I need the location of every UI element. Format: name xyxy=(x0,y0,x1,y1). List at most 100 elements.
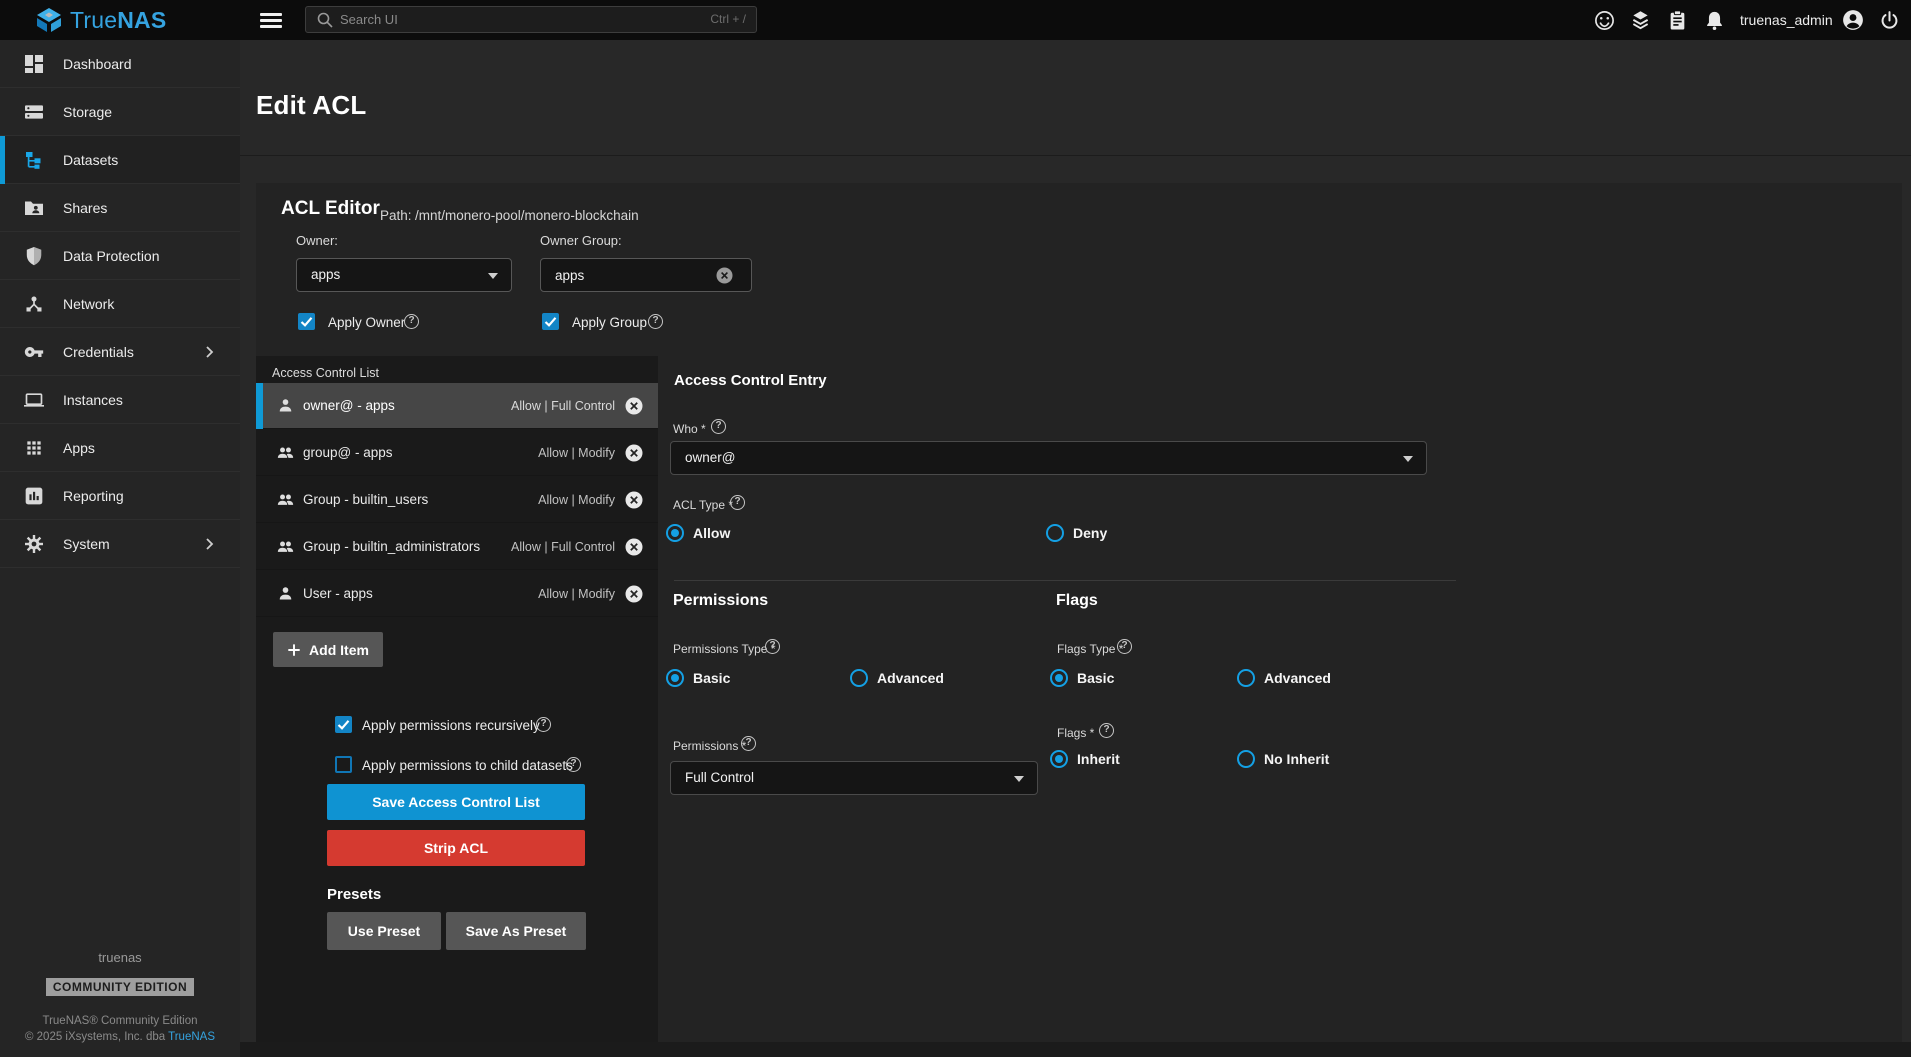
bottom-strip xyxy=(240,1042,1911,1057)
sidebar-item-label: Data Protection xyxy=(63,232,160,280)
permissions-type-basic-radio[interactable]: Basic xyxy=(666,669,730,687)
permissions-select[interactable]: Full Control xyxy=(670,761,1038,795)
sidebar-item-credentials[interactable]: Credentials xyxy=(0,328,240,376)
save-acl-button[interactable]: Save Access Control List xyxy=(327,784,585,820)
check-icon xyxy=(298,313,315,330)
shield-icon xyxy=(24,246,44,266)
sidebar-item-label: System xyxy=(63,520,110,568)
sidebar-item-storage[interactable]: Storage xyxy=(0,88,240,136)
strip-acl-button[interactable]: Strip ACL xyxy=(327,830,585,866)
dashboard-icon xyxy=(24,54,44,74)
acl-entry-row[interactable]: Group - builtin_administrators Allow | F… xyxy=(256,524,658,570)
delete-icon[interactable] xyxy=(625,585,643,603)
apply-recursively-label: Apply permissions recursively xyxy=(362,718,540,733)
presets-heading: Presets xyxy=(327,886,381,903)
username-label[interactable]: truenas_admin xyxy=(1740,0,1833,40)
permissions-type-advanced-radio[interactable]: Advanced xyxy=(850,669,944,687)
save-as-preset-button[interactable]: Save As Preset xyxy=(446,912,586,950)
owner-select[interactable]: apps xyxy=(296,258,512,292)
help-icon[interactable] xyxy=(404,314,419,329)
gear-icon xyxy=(24,534,44,554)
chevron-down-icon xyxy=(1403,456,1413,462)
truenas-logo-text[interactable]: TrueNAS xyxy=(70,0,166,40)
ix-stack-icon[interactable] xyxy=(1630,10,1651,31)
help-icon[interactable] xyxy=(741,736,756,751)
apply-owner-checkbox[interactable] xyxy=(298,313,315,330)
delete-icon[interactable] xyxy=(625,491,643,509)
sidebar-item-reporting[interactable]: Reporting xyxy=(0,472,240,520)
help-icon[interactable] xyxy=(536,717,551,732)
flags-no-inherit-radio[interactable]: No Inherit xyxy=(1237,750,1329,768)
acl-list-panel: Access Control List owner@ - apps Allow … xyxy=(256,356,658,1042)
power-icon[interactable] xyxy=(1879,10,1900,31)
section-divider xyxy=(674,580,1456,581)
sidebar-item-label: Network xyxy=(63,280,114,328)
truenas-logo-icon xyxy=(34,7,64,33)
sidebar-item-data-protection[interactable]: Data Protection xyxy=(0,232,240,280)
user-avatar-icon[interactable] xyxy=(1842,9,1864,31)
permissions-label: Permissions * xyxy=(673,739,746,753)
clear-icon[interactable] xyxy=(716,267,733,284)
jobs-clipboard-icon[interactable] xyxy=(1667,10,1688,31)
help-icon[interactable] xyxy=(765,639,780,654)
acl-editor-card: ACL Editor Path: /mnt/monero-pool/monero… xyxy=(256,183,1902,1042)
acl-editor-heading: ACL Editor xyxy=(281,198,380,220)
access-control-entry-panel: Access Control Entry Who * owner@ ACL Ty… xyxy=(658,356,1902,1042)
help-icon[interactable] xyxy=(711,419,726,434)
apply-child-datasets-checkbox[interactable] xyxy=(335,756,352,773)
help-icon[interactable] xyxy=(1099,723,1114,738)
flags-type-advanced-radio[interactable]: Advanced xyxy=(1237,669,1331,687)
acl-entry-row[interactable]: User - apps Allow | Modify xyxy=(256,571,658,617)
who-select[interactable]: owner@ xyxy=(670,441,1427,475)
sidebar-item-dashboard[interactable]: Dashboard xyxy=(0,40,240,88)
use-preset-button[interactable]: Use Preset xyxy=(327,912,441,950)
apps-grid-icon xyxy=(24,438,44,458)
apply-child-datasets-label: Apply permissions to child datasets xyxy=(362,758,573,773)
acl-entry-row[interactable]: owner@ - apps Allow | Full Control xyxy=(256,383,658,429)
sidebar-item-label: Credentials xyxy=(63,328,134,376)
help-icon[interactable] xyxy=(730,495,745,510)
search-input[interactable] xyxy=(340,7,670,32)
sidebar-item-shares[interactable]: Shares xyxy=(0,184,240,232)
network-icon xyxy=(24,294,44,314)
acl-type-label: ACL Type * xyxy=(673,498,733,512)
alerts-bell-icon[interactable] xyxy=(1704,10,1725,31)
acl-type-allow-radio[interactable]: Allow xyxy=(666,524,730,542)
acl-list-heading: Access Control List xyxy=(272,366,379,380)
sidebar-item-network[interactable]: Network xyxy=(0,280,240,328)
delete-icon[interactable] xyxy=(625,444,643,462)
acl-type-deny-radio[interactable]: Deny xyxy=(1046,524,1107,542)
feedback-smiley-icon[interactable] xyxy=(1594,10,1615,31)
bar-chart-icon xyxy=(24,486,44,506)
owner-group-label: Owner Group: xyxy=(540,233,622,248)
apply-group-checkbox[interactable] xyxy=(542,313,559,330)
sidebar-item-datasets[interactable]: Datasets xyxy=(0,136,240,184)
menu-icon[interactable] xyxy=(260,13,282,28)
owner-label: Owner: xyxy=(296,233,338,248)
acl-entry-row[interactable]: group@ - apps Allow | Modify xyxy=(256,430,658,476)
delete-icon[interactable] xyxy=(625,538,643,556)
sidebar-item-system[interactable]: System xyxy=(0,520,240,568)
sidebar-item-label: Dashboard xyxy=(63,40,132,88)
help-icon[interactable] xyxy=(1117,639,1132,654)
sidebar-item-instances[interactable]: Instances xyxy=(0,376,240,424)
add-item-button[interactable]: Add Item xyxy=(273,632,383,667)
flags-type-basic-radio[interactable]: Basic xyxy=(1050,669,1114,687)
laptop-icon xyxy=(24,390,44,410)
storage-icon xyxy=(24,102,44,122)
chevron-down-icon xyxy=(488,273,498,279)
ace-heading: Access Control Entry xyxy=(674,372,827,389)
apply-recursively-checkbox[interactable] xyxy=(335,716,352,733)
sidebar-item-apps[interactable]: Apps xyxy=(0,424,240,472)
search-icon xyxy=(316,11,334,29)
acl-entry-row[interactable]: Group - builtin_users Allow | Modify xyxy=(256,477,658,523)
person-icon xyxy=(277,397,294,414)
help-icon[interactable] xyxy=(566,757,581,772)
flags-label: Flags * xyxy=(1057,726,1094,740)
flags-inherit-radio[interactable]: Inherit xyxy=(1050,750,1120,768)
delete-icon[interactable] xyxy=(625,397,643,415)
copyright-link[interactable]: TrueNAS xyxy=(168,1031,215,1043)
help-icon[interactable] xyxy=(648,314,663,329)
topbar: TrueNAS Ctrl + / xyxy=(0,0,1911,40)
sidebar-item-label: Shares xyxy=(63,184,107,232)
